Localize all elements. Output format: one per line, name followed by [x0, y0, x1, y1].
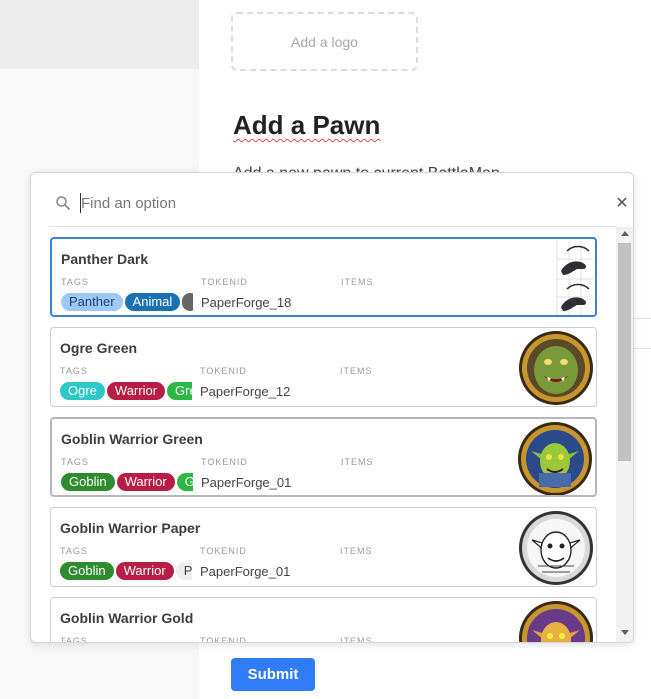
tag-badge: Green [176, 473, 193, 491]
tag-badge: Animal [124, 293, 181, 311]
tag-badge: Warrior [115, 562, 174, 580]
search-icon [56, 196, 70, 210]
search-bar: ✕ [49, 183, 629, 227]
items-label: ITEMS [340, 546, 373, 556]
tag-badge: Warrior [116, 473, 175, 491]
text-caret [80, 193, 81, 213]
option-name: Goblin Warrior Green [61, 431, 203, 447]
panther-icon [556, 241, 593, 315]
page-title: Add a Pawn [233, 110, 381, 140]
tags-label: TAGS [61, 277, 89, 287]
items-label: ITEMS [340, 636, 373, 643]
option-item[interactable]: Goblin Warrior Paper TAGS TOKENID ITEMS … [50, 507, 597, 587]
divider [632, 348, 651, 349]
ogre-token-icon [519, 331, 593, 405]
tags-label: TAGS [60, 366, 88, 376]
tags-label: TAGS [60, 636, 88, 643]
option-item[interactable]: Panther Dark TAGS TOKENID ITEMS Panther A… [50, 237, 597, 317]
option-list: Panther Dark TAGS TOKENID ITEMS Panther A… [50, 237, 618, 643]
goblin-paper-token-icon [519, 511, 593, 585]
tokenid-label: TOKENID [200, 546, 247, 556]
tag-list: GoblinWarriorGreen [61, 473, 193, 493]
add-logo-label: Add a logo [291, 33, 358, 50]
submit-button[interactable]: Submit [231, 658, 315, 691]
tag-badge: Ogre [60, 382, 105, 400]
sidebar-header-bg [0, 0, 199, 69]
tag-badge: Warrior [106, 382, 166, 400]
scroll-down-arrow-icon[interactable] [621, 630, 629, 635]
items-label: ITEMS [340, 366, 373, 376]
option-item[interactable]: Goblin Warrior Gold TAGS TOKENID ITEMS [50, 597, 597, 643]
tag-list: GoblinWarriorPaper [60, 562, 192, 582]
add-logo-dropzone[interactable]: Add a logo [231, 12, 418, 71]
tokenid-label: TOKENID [200, 366, 247, 376]
tokenid-value: PaperForge_12 [200, 384, 291, 399]
option-dropdown: ✕ Panther Dark TAGS TOKENID ITEMS Panthe… [30, 172, 634, 643]
goblin-gold-token-icon [519, 601, 593, 642]
tokenid-value: PaperForge_18 [201, 295, 292, 310]
tag-badge: Green [167, 382, 192, 400]
divider [632, 318, 651, 319]
tag-badge: Paper [175, 562, 192, 580]
tag-badge: Goblin [61, 473, 115, 491]
option-name: Goblin Warrior Gold [60, 610, 194, 626]
tag-badge: Goblin [60, 562, 114, 580]
tag-badge: Panther [61, 293, 123, 311]
items-label: ITEMS [341, 277, 374, 287]
option-name: Ogre Green [60, 340, 138, 356]
tokenid-value: PaperForge_01 [201, 475, 292, 490]
close-icon[interactable]: ✕ [613, 195, 631, 213]
tags-label: TAGS [61, 457, 89, 467]
scrollbar-thumb[interactable] [618, 243, 631, 461]
scroll-up-arrow-icon[interactable] [621, 231, 629, 236]
tokenid-label: TOKENID [200, 636, 247, 643]
goblin-green-token-icon [518, 422, 592, 495]
option-name: Panther Dark [61, 251, 149, 267]
tag-badge [182, 293, 193, 311]
items-label: ITEMS [341, 457, 374, 467]
tokenid-label: TOKENID [201, 277, 248, 287]
option-name: Goblin Warrior Paper [60, 520, 201, 536]
tag-list: OgreWarriorGreen [60, 382, 192, 402]
tag-list: Panther Animal [61, 293, 193, 313]
tokenid-label: TOKENID [201, 457, 248, 467]
search-input[interactable] [81, 191, 561, 215]
tokenid-value: PaperForge_01 [200, 564, 291, 579]
tags-label: TAGS [60, 546, 88, 556]
option-item[interactable]: Goblin Warrior Green TAGS TOKENID ITEMS … [50, 417, 597, 497]
scrollbar[interactable] [616, 227, 633, 642]
option-item[interactable]: Ogre Green TAGS TOKENID ITEMS Ogre Warrio… [50, 327, 597, 407]
